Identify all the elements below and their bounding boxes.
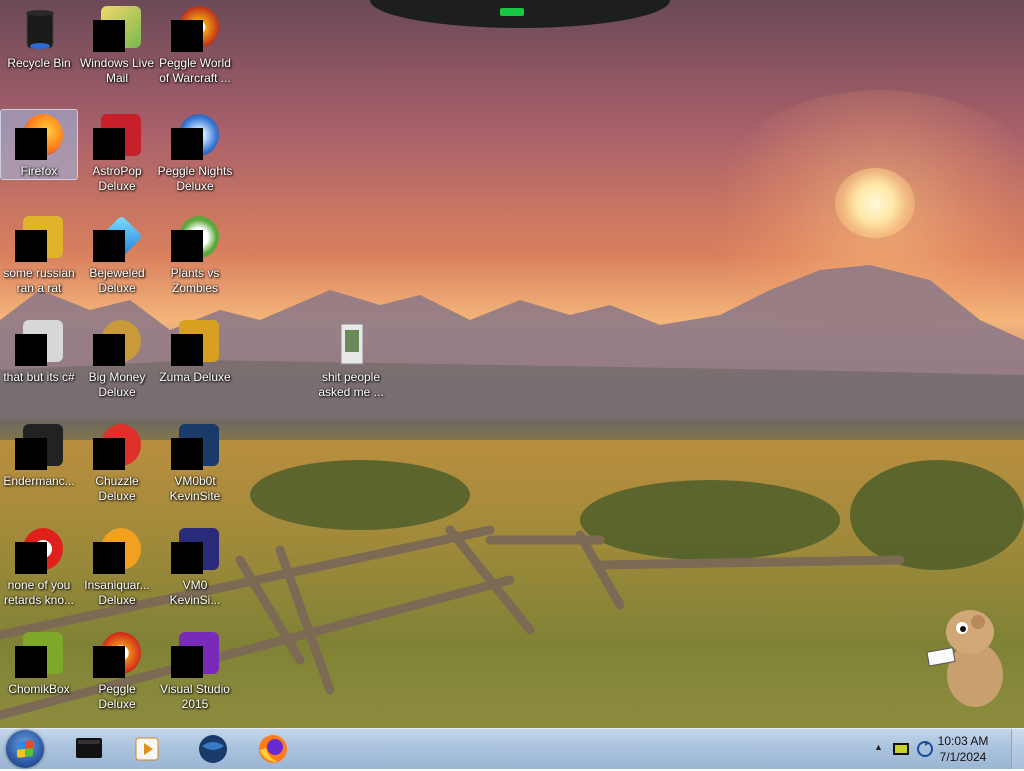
desktop-icon-zuma[interactable]: Zuma Deluxe: [157, 316, 233, 385]
icon-label: Peggle Deluxe: [98, 682, 136, 711]
icon-label: Windows Live Mail: [79, 56, 155, 85]
system-tray: ▲ 10:03 AM 7/1/2024: [864, 729, 1024, 769]
desktop-icon-peggle-deluxe[interactable]: Peggle Deluxe: [79, 628, 155, 712]
taskbar-item-media-center[interactable]: [66, 732, 112, 766]
icon-label: none of you retards kno...: [3, 578, 75, 607]
taskbar-item-globe[interactable]: [190, 732, 236, 766]
redaction-box: [171, 230, 203, 262]
desktop-icon-some-russian[interactable]: some russian ran a rat: [1, 212, 77, 296]
desktop-icon-endermanc[interactable]: Endermanc...: [1, 420, 77, 489]
media-player-icon: [135, 737, 159, 761]
icon-label: Recycle Bin: [7, 56, 71, 70]
status-led: [500, 8, 524, 16]
desktop-icon-windows-live-mail[interactable]: Windows Live Mail: [79, 2, 155, 86]
icon-label: Insaniquar... Deluxe: [84, 578, 150, 607]
clock[interactable]: 10:03 AM 7/1/2024: [928, 733, 998, 765]
desktop-icon-recycle-bin[interactable]: Recycle Bin: [1, 2, 77, 71]
media-center-icon: [76, 738, 102, 758]
redaction-box: [93, 334, 125, 366]
desktop-icon-astropop[interactable]: AstroPop Deluxe: [79, 110, 155, 194]
icon-label: VM0 KevinSi...: [169, 578, 221, 607]
icon-label: Endermanc...: [3, 474, 75, 488]
redaction-box: [171, 20, 203, 52]
icon-label: Firefox: [20, 164, 58, 178]
desktop-icon-peggle-wow[interactable]: Peggle World of Warcraft ...: [157, 2, 233, 86]
start-button[interactable]: [6, 730, 44, 768]
icon-label: Zuma Deluxe: [159, 370, 231, 384]
icon-label: some russian ran a rat: [3, 266, 75, 295]
redaction-box: [171, 542, 203, 574]
redaction-box: [93, 646, 125, 678]
redaction-box: [15, 438, 47, 470]
desktop-icon-chuzzle[interactable]: Chuzzle Deluxe: [79, 420, 155, 504]
icon-label: shit people asked me ...: [318, 370, 384, 399]
icon-label: ChomikBox: [8, 682, 70, 696]
desktop-icon-vm0b0t[interactable]: VM0b0t KevinSite: [157, 420, 233, 504]
icon-label: Plants vs Zombies: [170, 266, 220, 295]
redaction-box: [171, 334, 203, 366]
desktop-icon-bejeweled[interactable]: Bejeweled Deluxe: [79, 212, 155, 296]
desktop-icon-plants-vs-zombies[interactable]: Plants vs Zombies: [157, 212, 233, 296]
redaction-box: [171, 128, 203, 160]
desktop-icon-peggle-nights[interactable]: Peggle Nights Deluxe: [157, 110, 233, 194]
desktop-icon-that-but-its-csharp[interactable]: that but its c#: [1, 316, 77, 385]
icon-label: that but its c#: [3, 370, 75, 384]
redaction-box: [15, 646, 47, 678]
redaction-box: [15, 230, 47, 262]
icon-label: AstroPop Deluxe: [92, 164, 142, 193]
taskbar-item-firefox[interactable]: [250, 732, 296, 766]
desktop-icon-vm0[interactable]: VM0 KevinSi...: [157, 524, 233, 608]
redaction-box: [93, 20, 125, 52]
show-hidden-icons-icon[interactable]: ▲: [874, 742, 883, 752]
sun: [835, 168, 915, 238]
desktop-icon-insaniquarium[interactable]: Insaniquar... Deluxe: [79, 524, 155, 608]
desktop-icon-folder[interactable]: shit people asked me ...: [313, 316, 389, 400]
desktop-icon-chomikbox[interactable]: ChomikBox: [1, 628, 77, 697]
desktop-icon-big-money[interactable]: Big Money Deluxe: [79, 316, 155, 400]
redaction-box: [93, 438, 125, 470]
icon-label: Chuzzle Deluxe: [95, 474, 139, 503]
firefox-icon: [259, 735, 287, 763]
redaction-box: [15, 334, 47, 366]
globe-icon: [199, 735, 227, 763]
redaction-box: [93, 542, 125, 574]
windows-flag-icon: [17, 740, 33, 758]
taskbar: ▲ 10:03 AM 7/1/2024: [0, 728, 1024, 769]
top-gadget[interactable]: [370, 0, 670, 28]
desktop-icon-none-of-you[interactable]: none of you retards kno...: [1, 524, 77, 608]
icon-label: Peggle World of Warcraft ...: [159, 56, 231, 85]
redaction-box: [15, 128, 47, 160]
icon-label: Visual Studio 2015: [160, 682, 230, 711]
icon-label: VM0b0t KevinSite: [169, 474, 221, 503]
redaction-box: [171, 438, 203, 470]
icon-label: Big Money Deluxe: [88, 370, 146, 399]
recycle-bin-icon: [26, 10, 54, 49]
desktop-icon-visual-studio[interactable]: Visual Studio 2015: [157, 628, 233, 712]
desktop[interactable]: Recycle Bin Firefox some russian ran a r…: [0, 0, 1024, 728]
folder-icon: [340, 323, 364, 365]
clock-date: 7/1/2024: [939, 750, 987, 764]
redaction-box: [15, 542, 47, 574]
icon-label: Bejeweled Deluxe: [89, 266, 145, 295]
show-desktop-button[interactable]: [1011, 729, 1024, 769]
taskbar-item-media-player[interactable]: [124, 732, 170, 766]
redaction-box: [171, 646, 203, 678]
redaction-box: [93, 230, 125, 262]
network-icon[interactable]: [892, 741, 910, 757]
redaction-box: [93, 128, 125, 160]
clock-time: 10:03 AM: [937, 734, 989, 748]
icon-label: Peggle Nights Deluxe: [157, 164, 233, 193]
desktop-icon-firefox[interactable]: Firefox: [0, 109, 78, 180]
hamster-gadget[interactable]: [920, 600, 1010, 710]
